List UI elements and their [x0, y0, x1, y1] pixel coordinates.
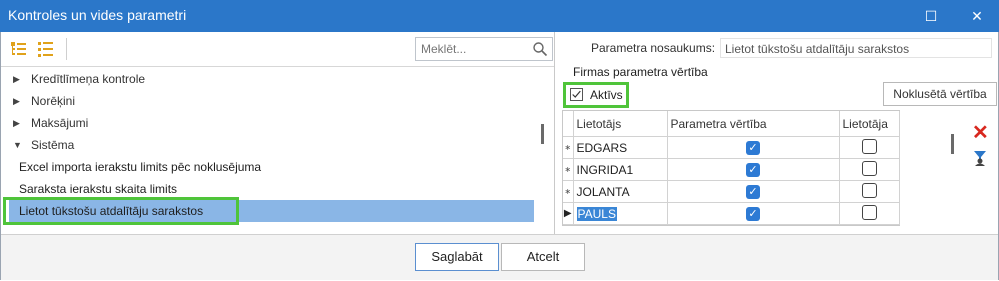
param-value-cell[interactable]: ✓ [667, 136, 840, 159]
param-name-label: Parametra nosaukums: [591, 41, 716, 55]
tree-scrollbar[interactable] [541, 124, 544, 144]
user-value-cell[interactable] [839, 180, 900, 203]
unchecked-checkbox-icon[interactable] [861, 182, 877, 198]
user-cell[interactable]: INGRIDA1 [573, 158, 668, 181]
table-row[interactable]: ∗ JOLANTA ✓ [563, 180, 900, 203]
toolbar-divider [66, 38, 67, 60]
grid-header-row: Lietotājs Parametra vērtība Lietotāja [563, 111, 900, 137]
tree-leaf-label: Saraksta ierakstu skaita limits [19, 182, 178, 196]
clear-user-filter-icon[interactable] [971, 149, 989, 167]
collapsed-arrow-icon[interactable]: ▶ [13, 68, 20, 90]
tree-leaf-label: Lietot tūkstošu atdalītāju sarakstos [19, 204, 204, 218]
tree-node-label: Norēķini [31, 94, 76, 108]
dialog-button-bar: Saglabāt Atcelt [1, 234, 998, 280]
tree-node-label: Kredītlīmeņa kontrole [31, 72, 146, 86]
search-input[interactable] [419, 40, 527, 58]
checked-checkbox-icon[interactable]: ✓ [746, 141, 760, 155]
checked-checkbox-icon[interactable]: ✓ [746, 163, 760, 177]
user-cell[interactable]: EDGARS [573, 136, 668, 159]
user-value-cell[interactable] [839, 136, 900, 159]
maximize-button[interactable]: ☐ [909, 0, 953, 32]
user-cell[interactable]: JOLANTA [573, 180, 668, 203]
tree-node-kreditlimena-kontrole[interactable]: ▶ Kredītlīmeņa kontrole [1, 68, 534, 90]
collapsed-arrow-icon[interactable]: ▶ [13, 90, 20, 112]
aktivs-checkbox[interactable] [570, 88, 583, 101]
tree-toolbar [1, 32, 554, 67]
parameter-detail-panel: Parametra nosaukums: Lietot tūkstošu atd… [557, 32, 998, 234]
user-cell[interactable]: PAULS [573, 202, 668, 225]
cancel-button[interactable]: Atcelt [501, 243, 585, 271]
window-title: Kontroles un vides parametri [8, 7, 187, 23]
collapsed-arrow-icon[interactable]: ▶ [13, 112, 20, 134]
param-value-cell[interactable]: ✓ [667, 180, 840, 203]
parameter-tree-panel: ▶ Kredītlīmeņa kontrole ▶ Norēķini ▶ Mak… [1, 32, 555, 234]
expand-all-icon[interactable] [10, 40, 28, 58]
tree-node-maksajumi[interactable]: ▶ Maksājumi [1, 112, 534, 134]
tree-node-label: Maksājumi [31, 116, 89, 130]
expanded-arrow-icon[interactable]: ▼ [13, 134, 22, 156]
unchecked-checkbox-icon[interactable] [861, 204, 877, 220]
firm-value-label: Firmas parametra vērtība [573, 65, 708, 79]
window-titlebar: Kontroles un vides parametri ☐ ✕ [0, 0, 999, 32]
delete-icon[interactable]: ✕ [972, 120, 989, 145]
tree-leaf-excel-import-limit[interactable]: Excel importa ierakstu limits pēc noklus… [1, 156, 534, 178]
checkmark-icon [572, 90, 581, 98]
user-value-cell[interactable] [839, 158, 900, 181]
unchecked-checkbox-icon[interactable] [861, 160, 877, 176]
grid-header-indicator [563, 111, 574, 137]
search-box[interactable] [415, 37, 553, 61]
default-value-button[interactable]: Noklusētā vērtība [883, 82, 997, 106]
search-icon[interactable] [532, 41, 548, 57]
column-header-user-value[interactable]: Lietotāja [839, 111, 900, 137]
param-value-cell[interactable]: ✓ [667, 158, 840, 181]
row-indicator: ∗ [563, 180, 574, 203]
tree-leaf-thousands-separator[interactable]: Lietot tūkstošu atdalītāju sarakstos [9, 200, 534, 222]
parameter-tree: ▶ Kredītlīmeņa kontrole ▶ Norēķini ▶ Mak… [1, 68, 554, 234]
row-indicator: ∗ [563, 136, 574, 159]
checked-checkbox-icon[interactable]: ✓ [746, 185, 760, 199]
unchecked-checkbox-icon[interactable] [861, 138, 877, 154]
dialog-body: ▶ Kredītlīmeņa kontrole ▶ Norēķini ▶ Mak… [0, 32, 999, 280]
user-value-cell[interactable] [839, 202, 900, 225]
column-header-param-value[interactable]: Parametra vērtība [667, 111, 840, 137]
user-values-grid: Lietotājs Parametra vērtība Lietotāja ∗ … [562, 110, 900, 226]
table-row[interactable]: ∗ INGRIDA1 ✓ [563, 158, 900, 181]
save-button[interactable]: Saglabāt [415, 243, 499, 271]
tree-node-norekini[interactable]: ▶ Norēķini [1, 90, 534, 112]
table-row-current[interactable]: ▶ PAULS ✓ [563, 202, 900, 225]
grid-scrollbar[interactable] [951, 134, 954, 154]
aktivs-label: Aktīvs [590, 88, 623, 102]
user-cell-editing[interactable]: PAULS [576, 206, 617, 221]
row-indicator: ∗ [563, 158, 574, 181]
table-row[interactable]: ∗ EDGARS ✓ [563, 136, 900, 159]
collapse-all-icon[interactable] [37, 40, 55, 58]
current-row-indicator-icon: ▶ [563, 202, 574, 225]
param-value-cell[interactable]: ✓ [667, 202, 840, 225]
tree-leaf-label: Excel importa ierakstu limits pēc noklus… [19, 160, 262, 174]
close-button[interactable]: ✕ [955, 0, 999, 32]
tree-node-label: Sistēma [31, 138, 75, 152]
column-header-user[interactable]: Lietotājs [573, 111, 668, 137]
checked-checkbox-icon[interactable]: ✓ [746, 207, 760, 221]
param-name-field: Lietot tūkstošu atdalītāju sarakstos [720, 38, 992, 58]
tree-leaf-list-record-limit[interactable]: Saraksta ierakstu skaita limits [1, 178, 534, 200]
tree-node-sistema[interactable]: ▼ Sistēma [1, 134, 534, 156]
